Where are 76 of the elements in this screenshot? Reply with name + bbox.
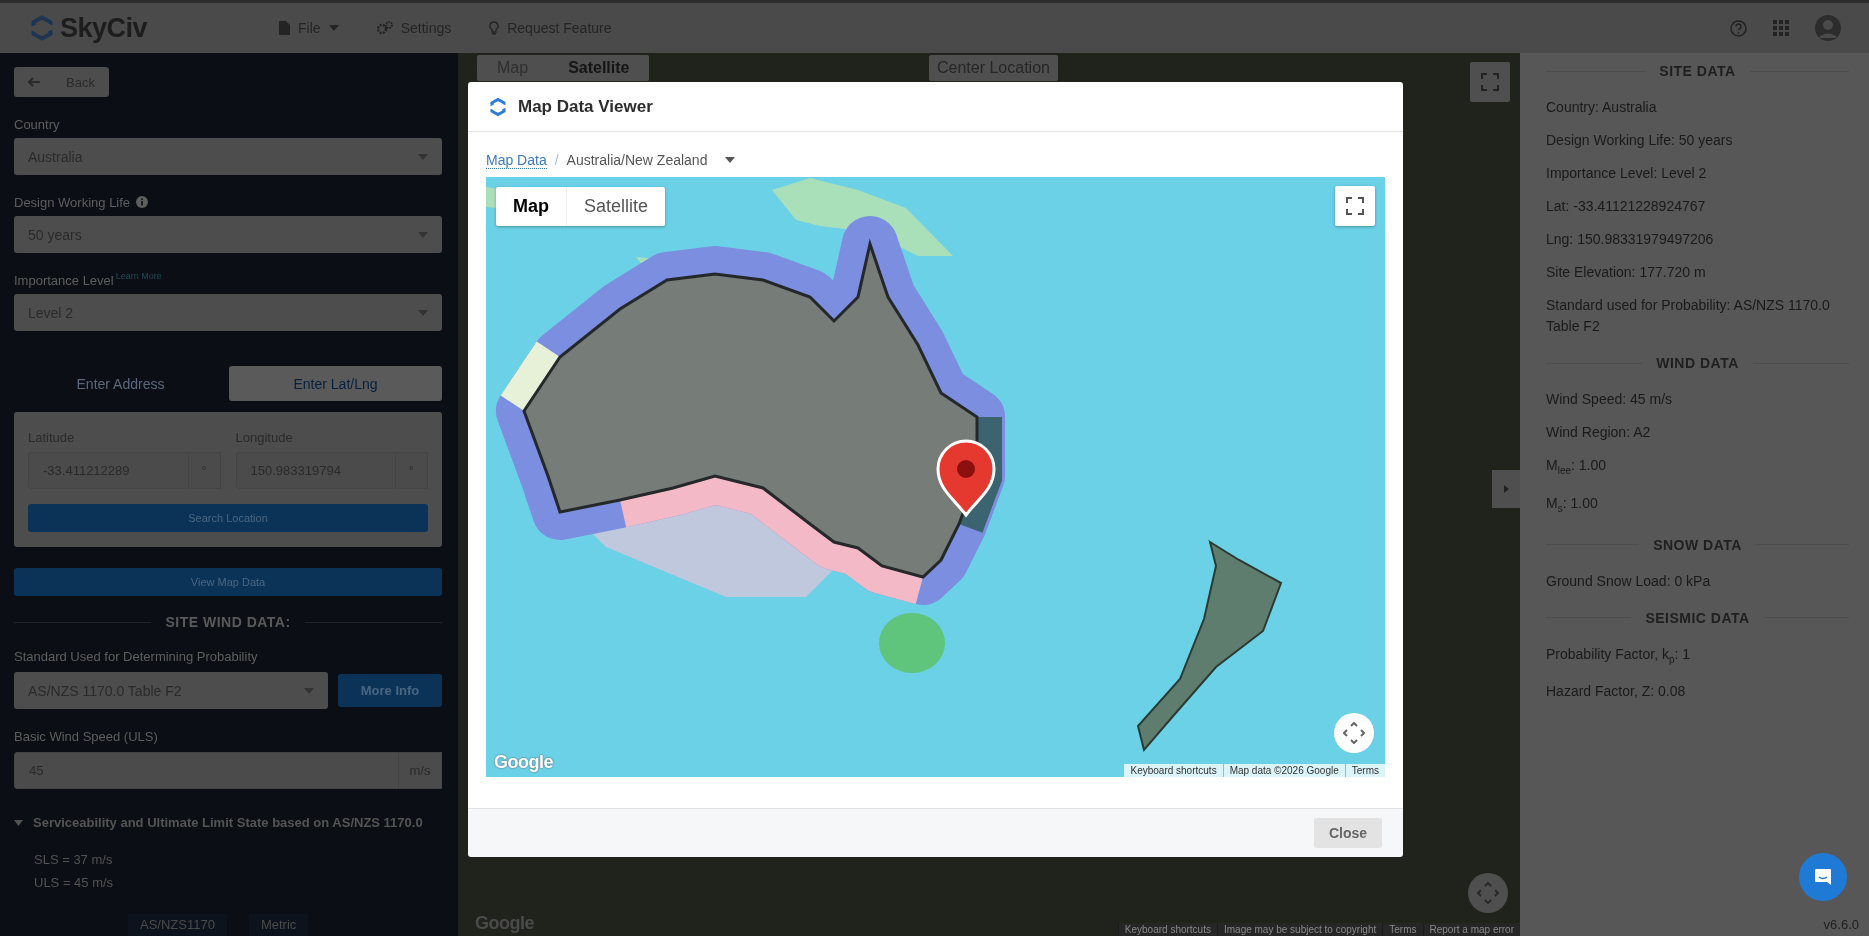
field-label: Standard Used for Determining Probability bbox=[14, 648, 258, 664]
data-line: M$_{lee}$: 1.00 bbox=[1546, 456, 1608, 478]
apps-grid-icon[interactable] bbox=[1773, 20, 1789, 36]
pan-control[interactable] bbox=[1468, 873, 1508, 913]
avatar-icon[interactable] bbox=[1815, 15, 1841, 41]
caret-down-icon[interactable] bbox=[14, 820, 23, 826]
section-heading: SEISMIC DATA bbox=[1645, 609, 1750, 626]
unit-addon: ° bbox=[188, 452, 221, 489]
data-line: Lat: -33.41121228924767 bbox=[1546, 197, 1707, 216]
map-attribution[interactable]: Terms bbox=[1344, 764, 1385, 777]
field-label: Design Working Life bbox=[14, 194, 131, 210]
section-heading: WIND DATA bbox=[1656, 355, 1739, 371]
data-line: Country: Australia bbox=[1546, 98, 1658, 117]
view-map-data-button[interactable]: View Map Data bbox=[14, 568, 442, 596]
region-dropdown[interactable]: Australia/New Zealand bbox=[566, 152, 736, 168]
fullscreen-icon bbox=[1346, 197, 1364, 215]
pan-arrows-icon bbox=[1343, 722, 1365, 744]
data-line: Site Elevation: 177.720 m bbox=[1546, 263, 1707, 282]
document-icon bbox=[279, 21, 291, 35]
dialog-title: Map Data Viewer bbox=[518, 96, 653, 117]
triangle-right-icon bbox=[1503, 485, 1509, 493]
field-label: Country bbox=[14, 116, 60, 132]
field-label: Basic Wind Speed (ULS) bbox=[14, 728, 158, 744]
data-line: Design Working Life: 50 years bbox=[1546, 131, 1734, 150]
close-button[interactable]: Close bbox=[1314, 818, 1382, 848]
more-info-button[interactable]: More Info bbox=[338, 674, 442, 707]
chevron-icon bbox=[328, 25, 339, 31]
caret-icon bbox=[725, 157, 736, 163]
data-line: Wind Region: A2 bbox=[1546, 423, 1652, 442]
caret-icon bbox=[418, 153, 428, 160]
map-type-tab[interactable]: Satellite bbox=[566, 187, 666, 226]
learn-more-link[interactable]: Learn More bbox=[115, 271, 162, 281]
lightbulb-icon bbox=[489, 21, 500, 35]
collapsible-heading[interactable]: Serviceability and Ultimate Limit State based on AS/NZS 1170.0 bbox=[33, 810, 423, 835]
section-heading: SITE DATA bbox=[1659, 63, 1736, 79]
location-tab[interactable]: Enter Lat/Lng bbox=[229, 366, 442, 401]
map-attribution[interactable]: Map data ©2026 Google bbox=[1222, 764, 1345, 777]
result-text: ULS = 45 m/s bbox=[34, 874, 115, 892]
map-logo: Google bbox=[494, 752, 553, 773]
help-icon[interactable] bbox=[1730, 19, 1747, 37]
footer-label: Metric bbox=[248, 914, 309, 936]
map-attribution[interactable]: Keyboard shortcuts bbox=[1117, 923, 1217, 936]
data-line: Ground Snow Load: 0 kPa bbox=[1546, 571, 1712, 591]
fullscreen-button[interactable] bbox=[1335, 186, 1375, 226]
section-heading: SITE WIND DATA: bbox=[165, 614, 291, 630]
field-label: Importance Level bbox=[14, 272, 114, 288]
breadcrumb-link[interactable]: Map Data bbox=[486, 151, 547, 169]
search-location-button[interactable]: Search Location bbox=[28, 504, 428, 532]
map-type-tab[interactable]: Map bbox=[496, 187, 566, 226]
breadcrumb-separator: / bbox=[554, 152, 559, 168]
arrow-left-icon bbox=[28, 77, 40, 87]
data-line: Hazard Factor, Z: 0.08 bbox=[1546, 682, 1687, 702]
caret-icon bbox=[304, 687, 314, 694]
map-attribution[interactable]: Image may be subject to copyright bbox=[1216, 923, 1383, 936]
data-line: Standard used for Probability: AS/NZS 1170.0 Table F2 bbox=[1546, 296, 1831, 336]
caret-icon bbox=[418, 309, 428, 316]
result-text: SLS = 37 m/s bbox=[34, 851, 114, 869]
footer-label: AS/NZS1170 bbox=[128, 914, 227, 936]
location-tab[interactable]: Enter Address bbox=[14, 366, 227, 401]
caret-icon bbox=[418, 231, 428, 238]
unit-addon: ° bbox=[396, 452, 428, 489]
map-type-tab[interactable]: Satellite bbox=[548, 55, 650, 81]
logo-icon bbox=[488, 96, 508, 117]
data-line: Lng: 150.98331979497206 bbox=[1546, 230, 1715, 249]
section-heading: SNOW DATA bbox=[1653, 536, 1742, 553]
map-attribution[interactable]: Terms bbox=[1382, 923, 1423, 936]
fullscreen-icon bbox=[1481, 73, 1499, 91]
version-label: v6.6.0 bbox=[1823, 917, 1859, 932]
chat-icon bbox=[1813, 867, 1833, 887]
gears-icon bbox=[376, 21, 393, 35]
map-attribution[interactable]: Keyboard shortcuts bbox=[1123, 764, 1223, 777]
map-attribution[interactable]: Report a map error bbox=[1422, 923, 1520, 936]
panel-toggle-button[interactable] bbox=[1492, 470, 1520, 508]
data-line: Importance Level: Level 2 bbox=[1546, 164, 1708, 183]
data-line: Wind Speed: 45 m/s bbox=[1546, 390, 1674, 409]
pan-arrows-icon bbox=[1477, 882, 1499, 904]
